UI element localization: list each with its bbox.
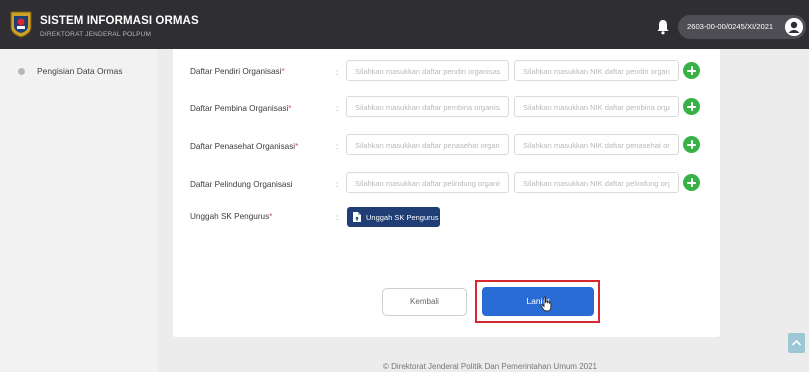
add-penasehat-button[interactable] <box>683 136 700 153</box>
top-bar: SISTEM INFORMASI ORMAS DIREKTORAT JENDER… <box>0 0 809 49</box>
file-upload-icon <box>353 212 361 222</box>
colon: : <box>336 180 339 189</box>
upload-sk-button[interactable]: Unggah SK Pengurus <box>347 207 440 227</box>
chevron-up-icon <box>791 339 802 346</box>
add-pendiri-button[interactable] <box>683 62 700 79</box>
pelindung-nik-field[interactable] <box>514 172 679 193</box>
upload-sk-button-label: Unggah SK Pengurus <box>366 212 439 222</box>
penasehat-nik-input[interactable] <box>515 136 678 155</box>
pendiri-nik-input[interactable] <box>515 62 678 81</box>
colon: : <box>336 68 339 77</box>
garuda-logo-icon <box>10 11 32 38</box>
add-pelindung-button[interactable] <box>683 174 700 191</box>
penasehat-label: Daftar Penasehat Organisasi* <box>190 142 299 151</box>
sidebar <box>0 49 158 372</box>
colon: : <box>336 213 339 222</box>
pendiri-nik-field[interactable] <box>514 60 679 81</box>
sidebar-item-label: Pengisian Data Ormas <box>37 66 123 76</box>
back-button[interactable]: Kembali <box>382 288 467 316</box>
pembina-nik-field[interactable] <box>514 96 679 117</box>
pembina-name-field[interactable] <box>346 96 509 117</box>
pembina-nik-input[interactable] <box>515 98 678 117</box>
pelindung-name-field[interactable] <box>346 172 509 193</box>
hand-cursor-icon <box>540 296 552 312</box>
bullet-icon <box>18 67 25 75</box>
sidebar-item-pengisian-data-ormas[interactable]: Pengisian Data Ormas <box>18 66 123 76</box>
add-pembina-button[interactable] <box>683 98 700 115</box>
user-menu[interactable]: 2603-00-00/0245/XI/2021 <box>678 15 806 39</box>
pembina-name-input[interactable] <box>347 98 508 117</box>
pelindung-label: Daftar Pelindung Organisasi <box>190 180 293 189</box>
bell-icon[interactable] <box>656 19 670 35</box>
pendiri-label: Daftar Pendiri Organisasi* <box>190 67 285 76</box>
penasehat-nik-field[interactable] <box>514 134 679 155</box>
colon: : <box>336 104 339 113</box>
app-title: SISTEM INFORMASI ORMAS <box>40 15 199 27</box>
scroll-top-button[interactable] <box>788 333 805 353</box>
pembina-label: Daftar Pembina Organisasi* <box>190 104 292 113</box>
next-button[interactable]: Lanjut <box>482 287 594 316</box>
upload-sk-label: Unggah SK Pengurus* <box>190 212 273 221</box>
user-avatar-icon <box>785 18 803 36</box>
penasehat-name-field[interactable] <box>346 134 509 155</box>
colon: : <box>336 142 339 151</box>
pendiri-name-field[interactable] <box>346 60 509 81</box>
pelindung-nik-input[interactable] <box>515 174 678 193</box>
pelindung-name-input[interactable] <box>347 174 508 193</box>
penasehat-name-input[interactable] <box>347 136 508 155</box>
user-id: 2603-00-00/0245/XI/2021 <box>687 22 774 31</box>
pendiri-name-input[interactable] <box>347 62 508 81</box>
app-subtitle: DIREKTORAT JENDERAL POLPUM <box>40 31 152 38</box>
footer-copyright: © Direktorat Jenderal Politik Dan Pemeri… <box>383 362 597 371</box>
